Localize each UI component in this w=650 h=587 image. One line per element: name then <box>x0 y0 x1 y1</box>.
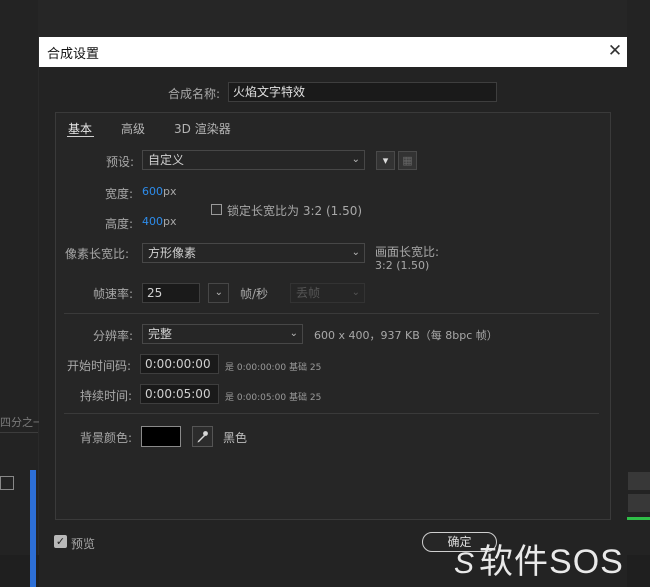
work-area-bar <box>627 517 650 520</box>
chevron-down-icon: ⌄ <box>351 154 360 165</box>
composition-name-input[interactable]: 火焰文字特效 <box>228 82 497 102</box>
preview-checkbox[interactable]: ✓ <box>54 535 67 548</box>
tab-basic[interactable]: 基本 <box>68 120 92 137</box>
duration-info: 是 0:00:05:00 <box>225 393 287 403</box>
width-value[interactable]: 600 <box>142 185 163 198</box>
start-timecode-info: 是 0:00:00:00 <box>225 363 287 373</box>
frame-rate-unit: 帧/秒 <box>240 287 269 301</box>
duration-input[interactable]: 0:00:05:00 <box>140 384 219 404</box>
drop-frame-value: 丢帧 <box>296 286 321 300</box>
height-value[interactable]: 400 <box>142 215 163 228</box>
frame-rate-label: 帧速率: <box>93 287 134 301</box>
frame-rate-input[interactable]: 25 <box>142 283 200 303</box>
tab-advanced[interactable]: 高级 <box>121 120 145 137</box>
pixel-aspect-select[interactable]: 方形像素 ⌄ <box>142 243 365 263</box>
pixel-aspect-label: 像素长宽比: <box>65 247 130 261</box>
resize-icon[interactable] <box>0 476 14 490</box>
delete-preset-icon[interactable]: ▦ <box>398 151 417 170</box>
dialog-titlebar <box>39 37 627 67</box>
preview-label: 预览 <box>71 537 96 551</box>
resolution-info: 600 x 400，937 KB（每 8bpc 帧） <box>314 329 498 342</box>
pixel-aspect-value: 方形像素 <box>148 246 197 260</box>
resolution-label: 分辨率: <box>93 329 134 343</box>
watermark: S 软件SOS <box>454 534 624 583</box>
watermark-logo-icon: S <box>454 547 476 580</box>
save-preset-icon[interactable]: ▾ <box>376 151 395 170</box>
duration-base: 基础 25 <box>289 393 322 403</box>
preset-label: 预设: <box>106 155 135 169</box>
settings-panel <box>55 112 611 520</box>
background-color-label: 背景颜色: <box>80 431 133 445</box>
background-color-name: 黑色 <box>223 431 248 445</box>
frame-rate-dropdown[interactable]: ⌄ <box>208 283 229 303</box>
preset-select[interactable]: 自定义 ⌄ <box>142 150 365 170</box>
section-divider <box>64 413 599 414</box>
resolution-select[interactable]: 完整 ⌄ <box>142 324 303 344</box>
lock-aspect-checkbox[interactable] <box>211 204 222 215</box>
preset-value: 自定义 <box>148 153 185 167</box>
width-unit: px <box>163 185 177 198</box>
background-color-swatch[interactable] <box>141 426 181 447</box>
composition-name-label: 合成名称: <box>168 87 221 101</box>
start-timecode-label: 开始时间码: <box>67 359 132 373</box>
chevron-down-icon: ⌄ <box>351 247 360 258</box>
frame-aspect-value: 3:2 (1.50) <box>375 259 430 272</box>
panel-divider <box>0 432 38 433</box>
start-timecode-input[interactable]: 0:00:00:00 <box>140 354 219 374</box>
chevron-down-icon: ⌄ <box>351 287 360 298</box>
tab-3d-renderer[interactable]: 3D 渲染器 <box>174 120 231 137</box>
frame-aspect-label: 画面长宽比: <box>375 245 440 259</box>
panel-label: 四分之一 <box>0 416 44 429</box>
watermark-text: 软件SOS <box>479 543 624 581</box>
section-divider <box>64 313 599 314</box>
timeline-indicator <box>30 470 36 587</box>
lock-aspect-label: 锁定长宽比为 3:2 (1.50) <box>227 204 363 218</box>
close-icon[interactable]: ✕ <box>604 40 626 62</box>
start-timecode-base: 基础 25 <box>289 363 322 373</box>
chevron-down-icon: ⌄ <box>289 328 298 339</box>
active-tab-underline <box>67 136 94 137</box>
app-background-top <box>0 0 650 37</box>
dialog-title: 合成设置 <box>47 47 100 62</box>
chevron-down-icon: ⌄ <box>214 287 223 298</box>
timeline-track <box>628 472 650 490</box>
duration-label: 持续时间: <box>80 389 133 403</box>
width-label: 宽度: <box>105 187 134 201</box>
height-label: 高度: <box>105 217 134 231</box>
height-unit: px <box>163 215 177 228</box>
timeline-track <box>628 494 650 512</box>
drop-frame-select: 丢帧 ⌄ <box>290 283 365 303</box>
resolution-value: 完整 <box>148 327 173 341</box>
eyedropper-icon[interactable] <box>192 426 213 447</box>
